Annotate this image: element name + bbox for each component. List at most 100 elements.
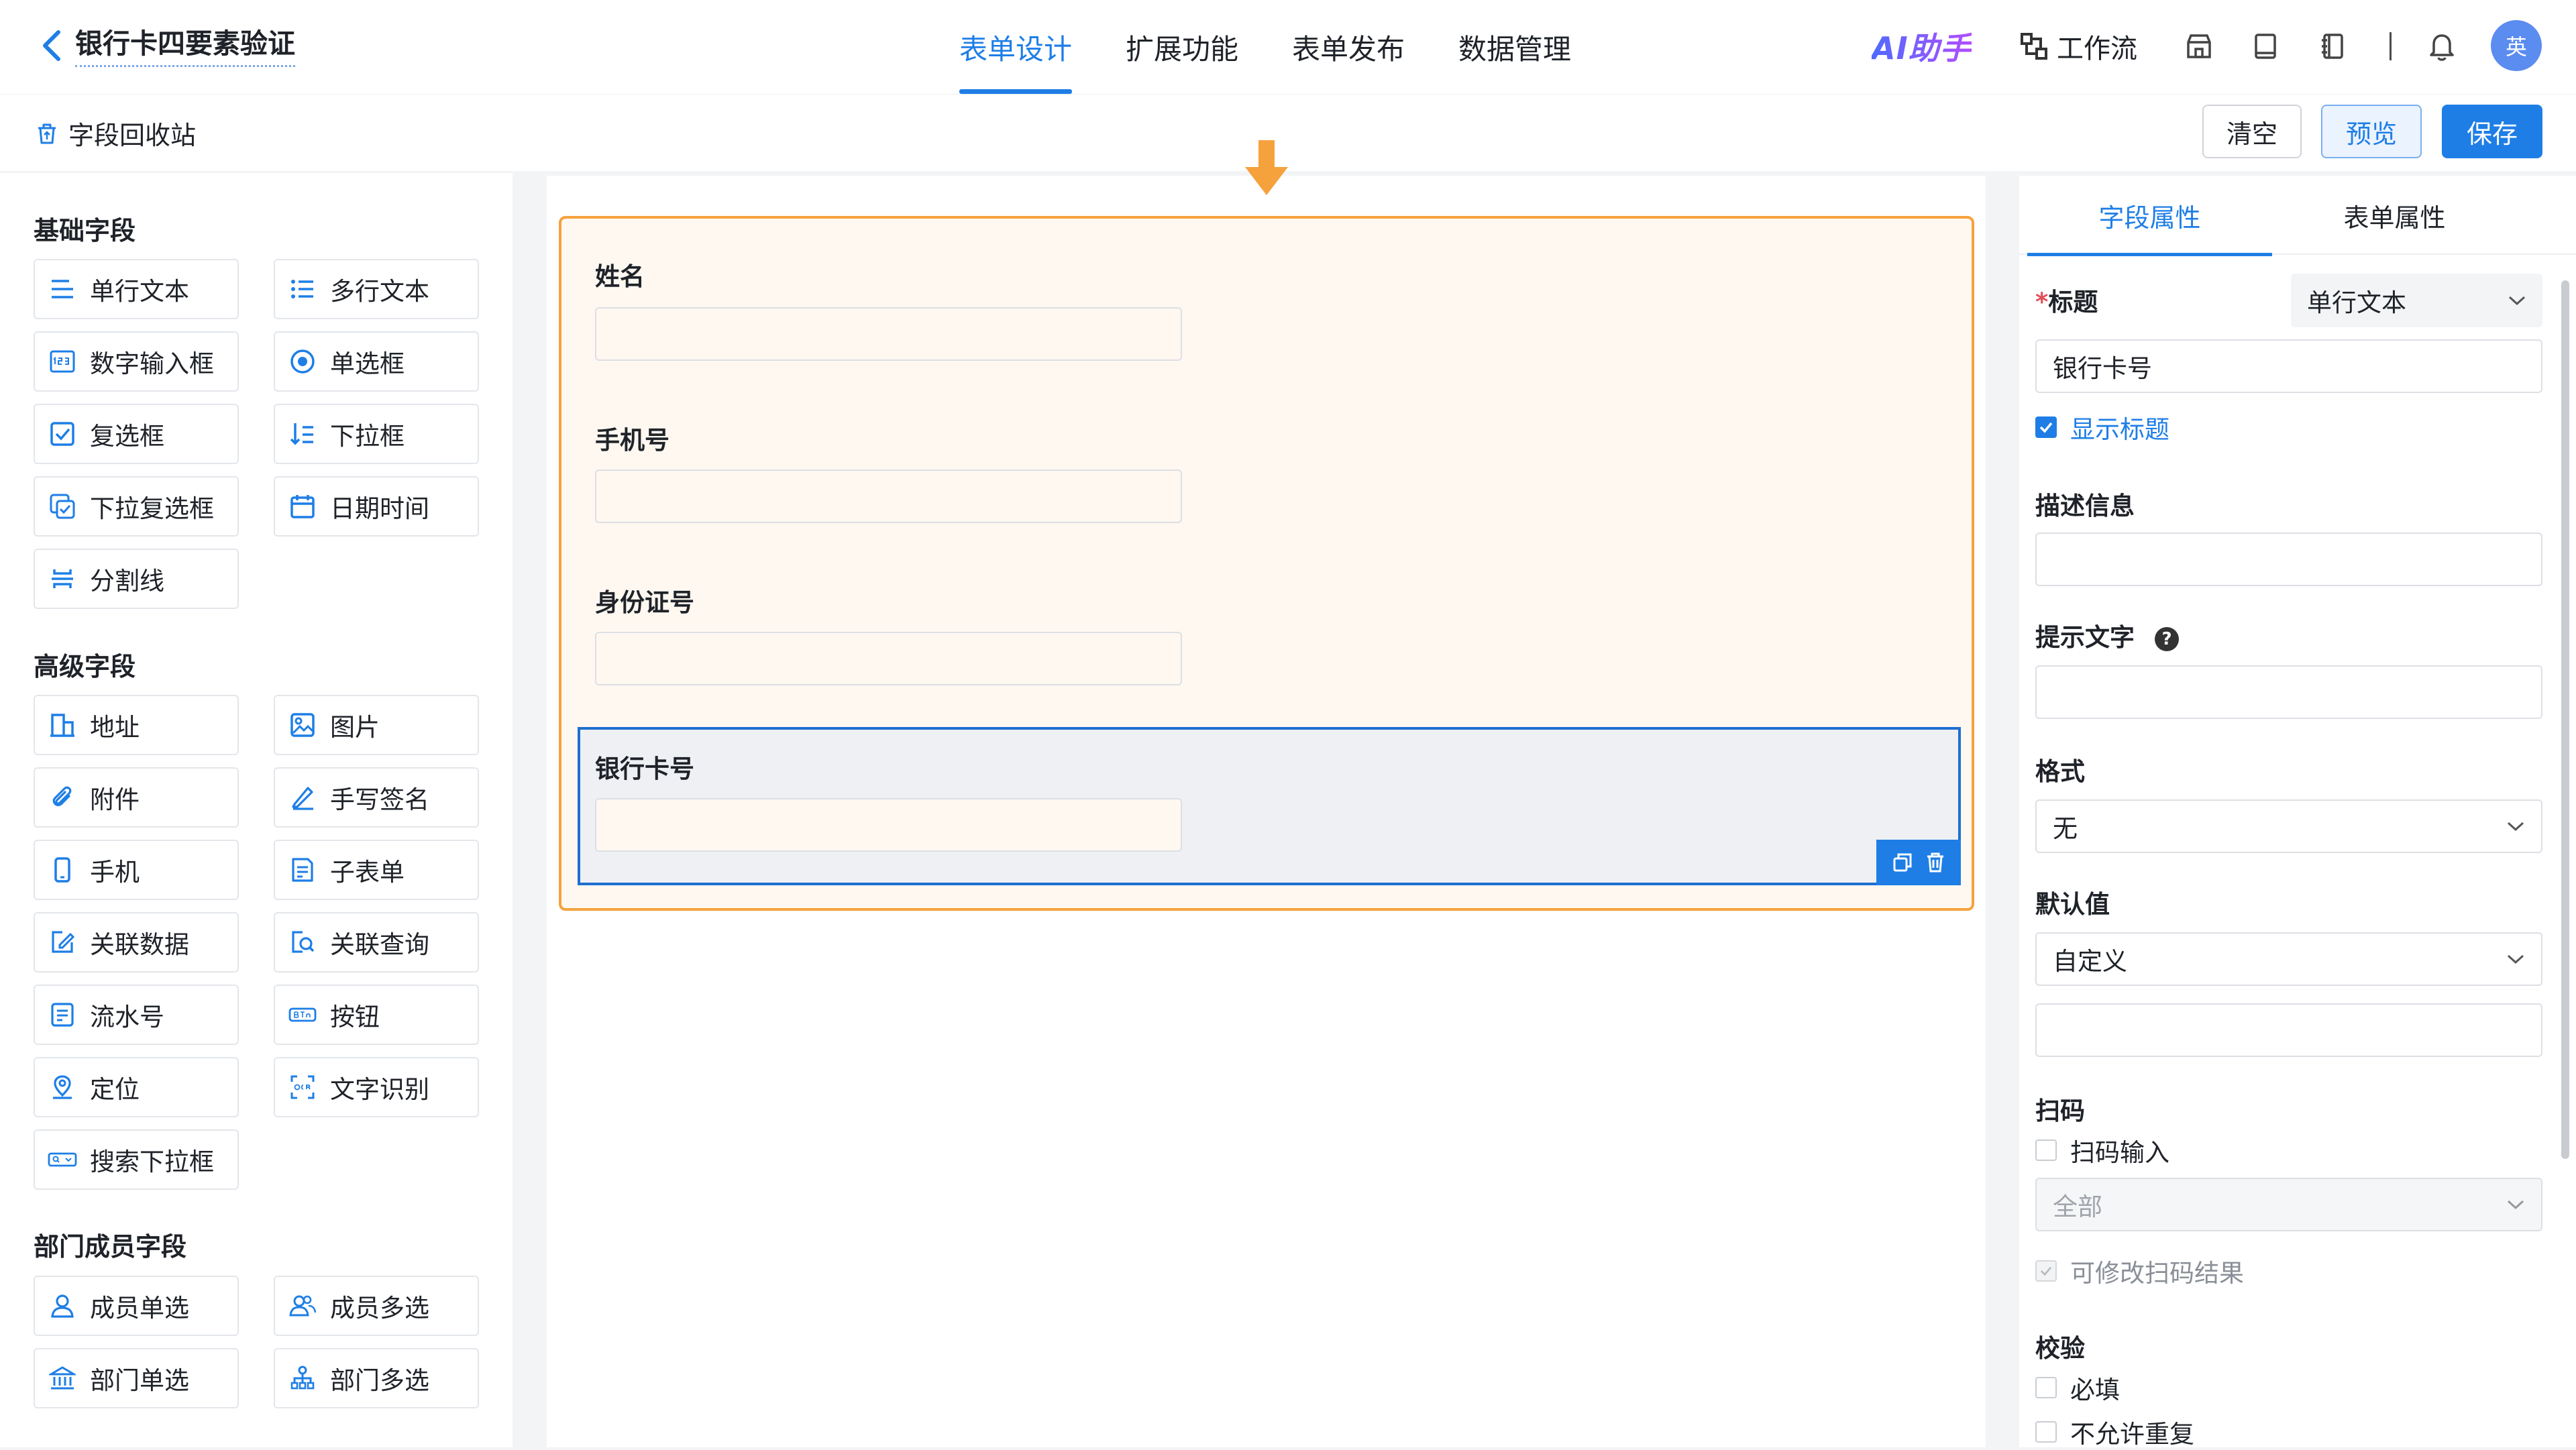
field-label: 手机 xyxy=(90,858,140,887)
field-linked-query[interactable]: 关联查询 xyxy=(274,912,479,972)
tab-field-properties[interactable]: 字段属性 xyxy=(2027,176,2272,256)
no-repeat-checkbox[interactable]: 不允许重复 xyxy=(2035,1414,2194,1450)
field-radio[interactable]: 单选框 xyxy=(274,331,479,392)
scan-editable-label: 可修改扫码结果 xyxy=(2070,1259,2244,1288)
field-location[interactable]: 定位 xyxy=(34,1057,239,1117)
scan-editable-checkbox[interactable]: 可修改扫码结果 xyxy=(2035,1253,2244,1289)
field-label: 附件 xyxy=(90,785,140,814)
required-asterisk: * xyxy=(2035,288,2049,317)
field-member-single[interactable]: 成员单选 xyxy=(34,1276,239,1336)
idcard-input[interactable] xyxy=(595,632,1182,685)
button-icon xyxy=(287,999,318,1030)
tab-data-management[interactable]: 数据管理 xyxy=(1432,0,1598,94)
dropdown-icon xyxy=(287,419,318,449)
field-image[interactable]: 图片 xyxy=(274,695,479,755)
delete-icon[interactable] xyxy=(1925,852,1945,873)
notebook-icon[interactable] xyxy=(2316,30,2350,63)
field-address[interactable]: 地址 xyxy=(34,695,239,755)
field-button[interactable]: 按钮 xyxy=(274,985,479,1045)
field-serial-number[interactable]: 流水号 xyxy=(34,985,239,1045)
field-attachment[interactable]: 附件 xyxy=(34,767,239,828)
store-icon[interactable] xyxy=(2182,30,2216,63)
field-dept-multi[interactable]: 部门多选 xyxy=(274,1348,479,1408)
field-dept-single[interactable]: 部门单选 xyxy=(34,1348,239,1408)
field-label: 多行文本 xyxy=(330,277,429,306)
field-signature[interactable]: 手写签名 xyxy=(274,767,479,828)
user-icon xyxy=(47,1290,78,1321)
clear-button[interactable]: 清空 xyxy=(2202,105,2302,158)
checkbox-empty-icon xyxy=(2035,1421,2057,1443)
field-search-dropdown[interactable]: 搜索下拉框 xyxy=(34,1129,239,1190)
required-checkbox[interactable]: 必填 xyxy=(2035,1370,2120,1406)
field-checkbox[interactable]: 复选框 xyxy=(34,404,239,464)
scan-input-checkbox[interactable]: 扫码输入 xyxy=(2035,1132,2169,1168)
format-label: 格式 xyxy=(2035,757,2085,786)
field-label: 单行文本 xyxy=(90,277,189,306)
field-single-line-text[interactable]: 单行文本 xyxy=(34,259,239,319)
show-title-checkbox[interactable]: 显示标题 xyxy=(2035,409,2169,445)
drop-arrow-icon xyxy=(1240,137,1293,198)
field-type-value: 单行文本 xyxy=(2307,288,2406,317)
properties-scrollbar[interactable] xyxy=(2561,280,2569,1159)
field-ocr[interactable]: 文字识别 xyxy=(274,1057,479,1117)
field-datetime[interactable]: 日期时间 xyxy=(274,476,479,537)
field-multi-line-text[interactable]: 多行文本 xyxy=(274,259,479,319)
field-divider[interactable]: 分割线 xyxy=(34,549,239,609)
location-pin-icon xyxy=(47,1072,78,1103)
user-avatar[interactable]: 英 xyxy=(2491,20,2542,71)
field-number-input[interactable]: 数字输入框 xyxy=(34,331,239,392)
preview-button[interactable]: 预览 xyxy=(2321,105,2422,158)
description-input[interactable] xyxy=(2035,533,2542,586)
field-subform[interactable]: 子表单 xyxy=(274,840,479,900)
field-member-multi[interactable]: 成员多选 xyxy=(274,1276,479,1336)
member-fields-title: 部门成员字段 xyxy=(34,1232,187,1262)
tab-form-publish[interactable]: 表单发布 xyxy=(1265,0,1432,94)
field-linked-data[interactable]: 关联数据 xyxy=(34,912,239,972)
field-label: 日期时间 xyxy=(330,494,429,523)
book-icon[interactable] xyxy=(2249,30,2282,63)
ocr-scan-icon xyxy=(287,1072,318,1103)
pen-icon xyxy=(287,782,318,813)
single-line-text-icon xyxy=(47,274,78,304)
field-dropdown-multi[interactable]: 下拉复选框 xyxy=(34,476,239,537)
subform-icon xyxy=(287,854,318,885)
field-type-select[interactable]: 单行文本 xyxy=(2291,274,2542,327)
title-input[interactable]: 银行卡号 xyxy=(2035,339,2542,393)
field-phone[interactable]: 手机 xyxy=(34,840,239,900)
ai-assistant-button[interactable]: AI助手 xyxy=(1872,24,1972,68)
field-dropdown[interactable]: 下拉框 xyxy=(274,404,479,464)
name-input[interactable] xyxy=(595,307,1182,361)
field-label: 地址 xyxy=(90,713,140,742)
selected-field-bank-card[interactable]: 银行卡号 xyxy=(578,727,1961,885)
default-value-input[interactable] xyxy=(2035,1003,2542,1057)
chevron-down-icon xyxy=(2506,1198,2525,1211)
hint-input[interactable] xyxy=(2035,665,2542,719)
search-dropdown-icon xyxy=(47,1144,78,1175)
format-select[interactable]: 无 xyxy=(2035,799,2542,853)
description-label: 描述信息 xyxy=(2035,492,2135,520)
copy-icon[interactable] xyxy=(1892,852,1913,873)
hint-label: 提示文字? xyxy=(2035,617,2179,653)
default-value-text: 自定义 xyxy=(2053,947,2127,976)
workflow-icon xyxy=(2019,32,2049,61)
field-recycle-bin[interactable]: 字段回收站 xyxy=(35,115,196,152)
field-label-idcard: 身份证号 xyxy=(595,588,694,617)
number-input-icon xyxy=(47,346,78,377)
tab-extensions[interactable]: 扩展功能 xyxy=(1099,0,1265,94)
app-title[interactable]: 银行卡四要素验证 xyxy=(75,27,295,68)
bell-icon[interactable] xyxy=(2425,30,2459,63)
tab-form-properties[interactable]: 表单属性 xyxy=(2272,176,2517,255)
title-label: *标题 xyxy=(2035,282,2098,318)
workflow-button[interactable]: 工作流 xyxy=(2019,27,2137,66)
phone-input[interactable] xyxy=(595,469,1182,523)
help-icon[interactable]: ? xyxy=(2155,626,2179,651)
default-value-select[interactable]: 自定义 xyxy=(2035,932,2542,986)
back-icon[interactable] xyxy=(35,28,67,63)
checkbox-icon xyxy=(47,419,78,449)
scan-scope-select[interactable]: 全部 xyxy=(2035,1178,2542,1231)
bank-card-input[interactable] xyxy=(595,798,1182,852)
tab-form-design[interactable]: 表单设计 xyxy=(932,0,1099,94)
form-drop-area[interactable]: 姓名 手机号 身份证号 银行卡号 xyxy=(559,216,1974,911)
save-button[interactable]: 保存 xyxy=(2442,105,2542,158)
scan-input-label: 扫码输入 xyxy=(2070,1138,2169,1167)
